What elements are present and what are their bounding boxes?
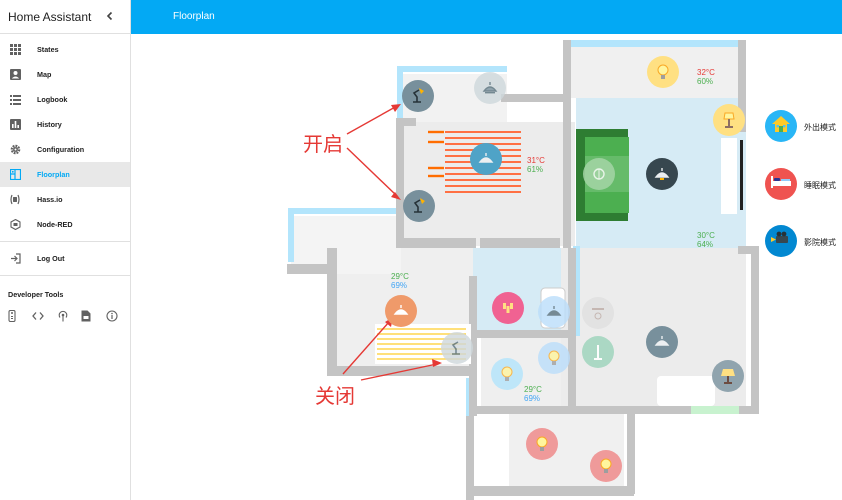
sensor-reading: 29°C 69% [524,385,542,403]
logout-icon [9,253,21,265]
mode-away-button[interactable] [765,110,797,142]
bed-icon [770,175,792,194]
sidebar-header: Home Assistant [0,0,130,34]
gear-icon [9,144,21,156]
temperature-value: 32°C [697,68,715,77]
mode-theater-label: 影院模式 [804,238,836,247]
ceiling-light-icon[interactable] [646,326,678,358]
floorplan-icon [9,169,21,181]
home-icon [771,115,791,138]
sensor-reading: 30°C 64% [697,231,715,249]
hassio-icon [9,194,21,206]
desk-lamp-icon[interactable] [441,332,473,364]
antenna-icon[interactable] [57,309,81,323]
developer-tools-icons [0,299,130,323]
annotation-off: 关闭 [315,384,355,408]
floor-lamp-icon[interactable] [582,336,614,368]
sensor-reading: 31°C 61% [527,156,545,174]
mode-away-label: 外出模式 [804,123,836,132]
sidebar-item-log-out[interactable]: Log Out [0,246,130,271]
sidebar-item-label: Map [37,70,52,79]
chevron-left-icon[interactable] [102,8,118,24]
page-title: Floorplan [173,11,215,22]
sidebar-item-label: Log Out [37,254,65,263]
ceiling-light-icon[interactable] [646,158,678,190]
sidebar-item-label: Logbook [37,95,68,104]
sidebar-item-label: History [37,120,62,129]
account-box-icon [9,69,21,81]
humidity-value: 64% [697,240,714,249]
annotation-on: 开启 [303,132,343,156]
app: Home Assistant States Map Logbook Histor… [0,0,842,500]
temperature-value: 29°C [391,272,409,281]
sidebar-divider [0,275,130,276]
sidebar-item-map[interactable]: Map [0,62,130,87]
temperature-value: 29°C [524,385,542,394]
sidebar-item-label: Configuration [37,145,85,154]
sidebar: Home Assistant States Map Logbook Histor… [0,0,131,500]
sidebar-item-label: Hass.io [37,195,63,204]
bulb-icon[interactable] [538,342,570,374]
projector-icon [770,230,792,253]
bulb-icon[interactable] [590,450,622,482]
sidebar-item-hassio[interactable]: Hass.io [0,187,130,212]
info-icon[interactable] [106,309,130,323]
sidebar-item-logbook[interactable]: Logbook [0,87,130,112]
mode-sleep-label: 睡眠模式 [804,181,836,190]
floorplan-walls [287,40,759,500]
remote-icon[interactable] [8,309,32,323]
mode-sleep-button[interactable] [765,168,797,200]
chandelier-icon[interactable] [582,297,614,329]
sidebar-item-label: States [37,45,59,54]
sidebar-item-states[interactable]: States [0,37,130,62]
sidebar-item-configuration[interactable]: Configuration [0,137,130,162]
floor-lamp-icon[interactable] [713,104,745,136]
ceiling-light-icon[interactable] [538,296,570,328]
mode-theater-button[interactable] [765,225,797,257]
floorplan: 32°C 60% 31°C 61% 30°C 64% 29°C 69% 29°C… [131,34,842,500]
node-red-icon [9,219,21,231]
app-header: Floorplan [131,0,842,34]
ceiling-light-icon[interactable] [385,295,417,327]
sidebar-divider [0,241,130,242]
file-icon[interactable] [81,309,105,323]
sidebar-item-floorplan[interactable]: Floorplan [0,162,130,187]
developer-tools-title: Developer Tools [8,290,64,299]
chart-icon [9,119,21,131]
humidity-value: 61% [527,165,544,174]
sidebar-item-history[interactable]: History [0,112,130,137]
humidity-value: 69% [391,281,408,290]
bulb-icon[interactable] [526,428,558,460]
desk-lamp-icon[interactable] [403,190,435,222]
sensor-reading: 32°C 60% [697,68,715,86]
app-title: Home Assistant [8,9,92,24]
bulb-icon[interactable] [491,358,523,390]
sidebar-item-label: Floorplan [37,170,70,179]
ceiling-light-icon[interactable] [474,72,506,104]
humidity-value: 69% [524,394,541,403]
humidity-value: 60% [697,77,714,86]
ceiling-light-icon[interactable] [470,143,502,175]
desk-lamp-icon[interactable] [402,80,434,112]
grid-icon [9,44,21,56]
wall-lamp-icon[interactable] [583,158,615,190]
temperature-value: 31°C [527,156,545,165]
sensor-reading: 29°C 69% [391,272,409,290]
list-icon [9,94,21,106]
sidebar-item-node-red[interactable]: Node-RED [0,212,130,237]
bulb-icon[interactable] [647,56,679,88]
code-icon[interactable] [32,309,56,323]
temperature-value: 30°C [697,231,715,240]
chandelier-icon[interactable] [492,292,524,324]
table-lamp-icon[interactable] [712,360,744,392]
sidebar-item-label: Node-RED [37,220,73,229]
